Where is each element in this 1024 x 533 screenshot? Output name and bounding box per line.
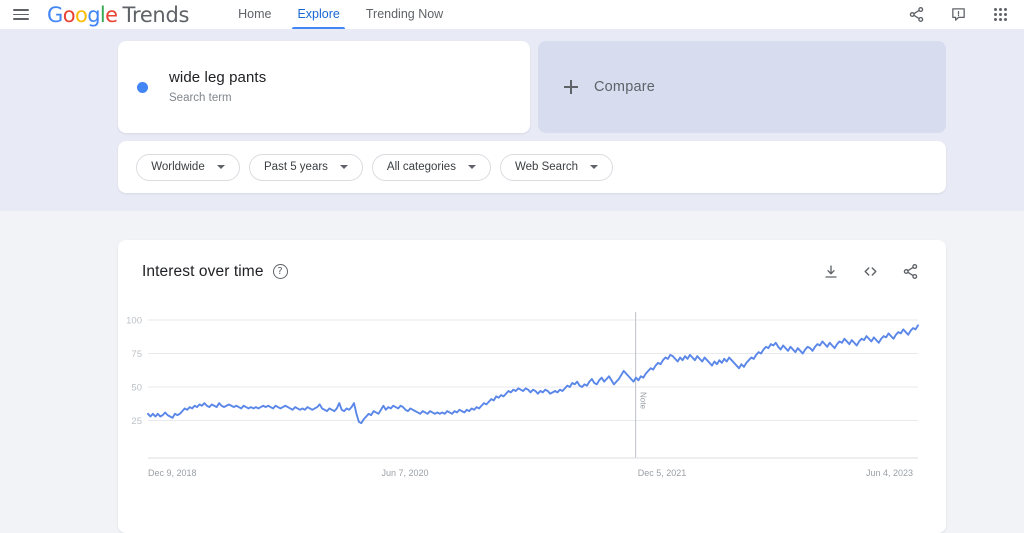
series-color-dot bbox=[137, 82, 148, 93]
share-chart-icon[interactable] bbox=[901, 262, 920, 281]
query-row: wide leg pants Search term Compare bbox=[118, 41, 946, 133]
trends-wordmark: Trends bbox=[123, 3, 190, 27]
chevron-down-icon bbox=[590, 165, 598, 169]
svg-text:25: 25 bbox=[131, 416, 142, 427]
chevron-down-icon bbox=[217, 165, 225, 169]
time-range-filter-label: Past 5 years bbox=[264, 161, 328, 173]
location-filter[interactable]: Worldwide bbox=[136, 154, 240, 181]
top-bar-actions bbox=[906, 5, 1010, 25]
chevron-down-icon bbox=[340, 165, 348, 169]
nav-item-trending-now[interactable]: Trending Now bbox=[353, 0, 456, 29]
search-type-filter[interactable]: Web Search bbox=[500, 154, 613, 181]
svg-text:Dec 5, 2021: Dec 5, 2021 bbox=[638, 468, 687, 478]
chevron-down-icon bbox=[468, 165, 476, 169]
note-annotation: Note bbox=[636, 312, 648, 458]
google-trends-logo[interactable]: Google Trends bbox=[47, 3, 189, 27]
svg-text:Note: Note bbox=[639, 392, 648, 409]
category-filter[interactable]: All categories bbox=[372, 154, 491, 181]
x-axis-ticks: Dec 9, 2018 Jun 7, 2020 Dec 5, 2021 Jun … bbox=[148, 468, 913, 478]
svg-text:Dec 9, 2018: Dec 9, 2018 bbox=[148, 468, 197, 478]
top-navigation-bar: Google Trends Home Explore Trending Now bbox=[0, 0, 1024, 29]
hamburger-bar bbox=[13, 18, 29, 20]
google-apps-icon[interactable] bbox=[990, 5, 1010, 25]
page-title: Interest over time bbox=[142, 263, 264, 281]
google-wordmark: Google bbox=[47, 3, 118, 27]
embed-code-icon[interactable] bbox=[861, 262, 880, 281]
trend-line bbox=[148, 325, 918, 423]
search-term-subtitle: Search term bbox=[169, 91, 266, 106]
query-section: wide leg pants Search term Compare World… bbox=[0, 29, 1024, 211]
svg-text:50: 50 bbox=[131, 383, 142, 394]
chart-header: Interest over time ? bbox=[118, 240, 946, 281]
time-range-filter[interactable]: Past 5 years bbox=[249, 154, 363, 181]
hamburger-bar bbox=[13, 9, 29, 11]
hamburger-menu-icon[interactable] bbox=[6, 1, 36, 29]
filters-bar: Worldwide Past 5 years All categories We… bbox=[118, 141, 946, 193]
trend-chart[interactable]: 100 75 50 25 Note Dec 9, 2018 Jun 7, 202… bbox=[118, 292, 946, 522]
y-axis-ticks: 100 75 50 25 bbox=[126, 316, 142, 428]
primary-nav: Home Explore Trending Now bbox=[225, 0, 456, 29]
nav-item-explore[interactable]: Explore bbox=[284, 0, 352, 29]
plus-icon bbox=[564, 80, 578, 94]
search-term-text: wide leg pants Search term bbox=[169, 68, 266, 106]
interest-over-time-card: Interest over time ? bbox=[118, 240, 946, 533]
results-section: Interest over time ? bbox=[0, 211, 1024, 533]
search-type-filter-label: Web Search bbox=[515, 161, 578, 173]
svg-text:Jun 4, 2023: Jun 4, 2023 bbox=[866, 468, 913, 478]
share-icon[interactable] bbox=[906, 5, 926, 25]
hamburger-bar bbox=[13, 14, 29, 16]
nav-item-home[interactable]: Home bbox=[225, 0, 284, 29]
compare-card[interactable]: Compare bbox=[538, 41, 946, 133]
trend-chart-svg: 100 75 50 25 Note Dec 9, 2018 Jun 7, 202… bbox=[118, 292, 946, 522]
location-filter-label: Worldwide bbox=[151, 161, 204, 173]
search-term-title: wide leg pants bbox=[169, 68, 266, 88]
feedback-icon[interactable] bbox=[948, 5, 968, 25]
compare-label: Compare bbox=[594, 79, 655, 95]
help-circle-icon[interactable]: ? bbox=[273, 264, 288, 279]
category-filter-label: All categories bbox=[387, 161, 456, 173]
chart-actions bbox=[821, 262, 920, 281]
svg-text:75: 75 bbox=[131, 349, 142, 360]
svg-text:100: 100 bbox=[126, 316, 142, 327]
svg-text:Jun 7, 2020: Jun 7, 2020 bbox=[381, 468, 428, 478]
search-term-card[interactable]: wide leg pants Search term bbox=[118, 41, 530, 133]
download-csv-icon[interactable] bbox=[821, 262, 840, 281]
apps-grid bbox=[994, 8, 1007, 21]
